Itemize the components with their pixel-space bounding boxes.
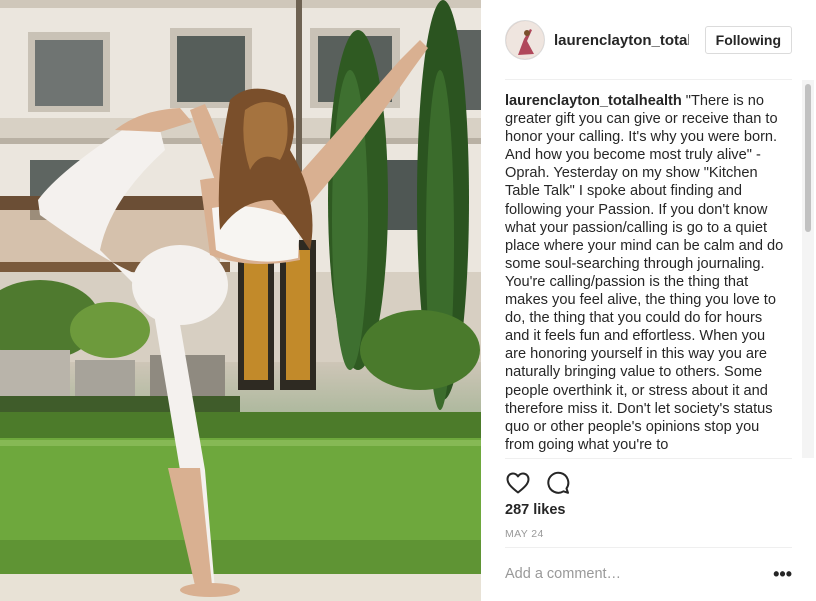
post-details-panel: laurenclayton_totalhealth Following laur… [481, 0, 816, 601]
caption-scrollbar[interactable] [802, 80, 814, 458]
post-header: laurenclayton_totalhealth Following [505, 18, 792, 62]
yoga-pose-photo [0, 0, 481, 601]
heart-icon[interactable] [505, 470, 531, 496]
caption-scroll-area[interactable]: laurenclayton_totalhealth "There is no gr… [505, 92, 787, 457]
post-caption: laurenclayton_totalhealth "There is no gr… [505, 92, 787, 454]
comment-bar: ••• [505, 558, 792, 590]
following-button[interactable]: Following [704, 26, 792, 54]
scrollbar-thumb[interactable] [805, 84, 811, 232]
more-options-icon[interactable]: ••• [773, 565, 792, 583]
actions-divider [505, 458, 792, 459]
action-bar [505, 468, 571, 498]
post-date[interactable]: MAY 24 [505, 528, 544, 540]
header-divider [505, 79, 792, 80]
post-username[interactable]: laurenclayton_totalhealth [554, 32, 689, 49]
likes-count[interactable]: 287 likes [505, 502, 565, 518]
comment-bubble-icon[interactable] [545, 470, 571, 496]
add-comment-input[interactable] [505, 566, 755, 582]
caption-text: "There is no greater gift you can give o… [505, 93, 784, 453]
comment-divider [505, 547, 792, 548]
avatar[interactable] [505, 20, 545, 60]
avatar-image [506, 21, 544, 59]
post-photo[interactable] [0, 0, 481, 601]
caption-username[interactable]: laurenclayton_totalhealth [505, 93, 682, 109]
